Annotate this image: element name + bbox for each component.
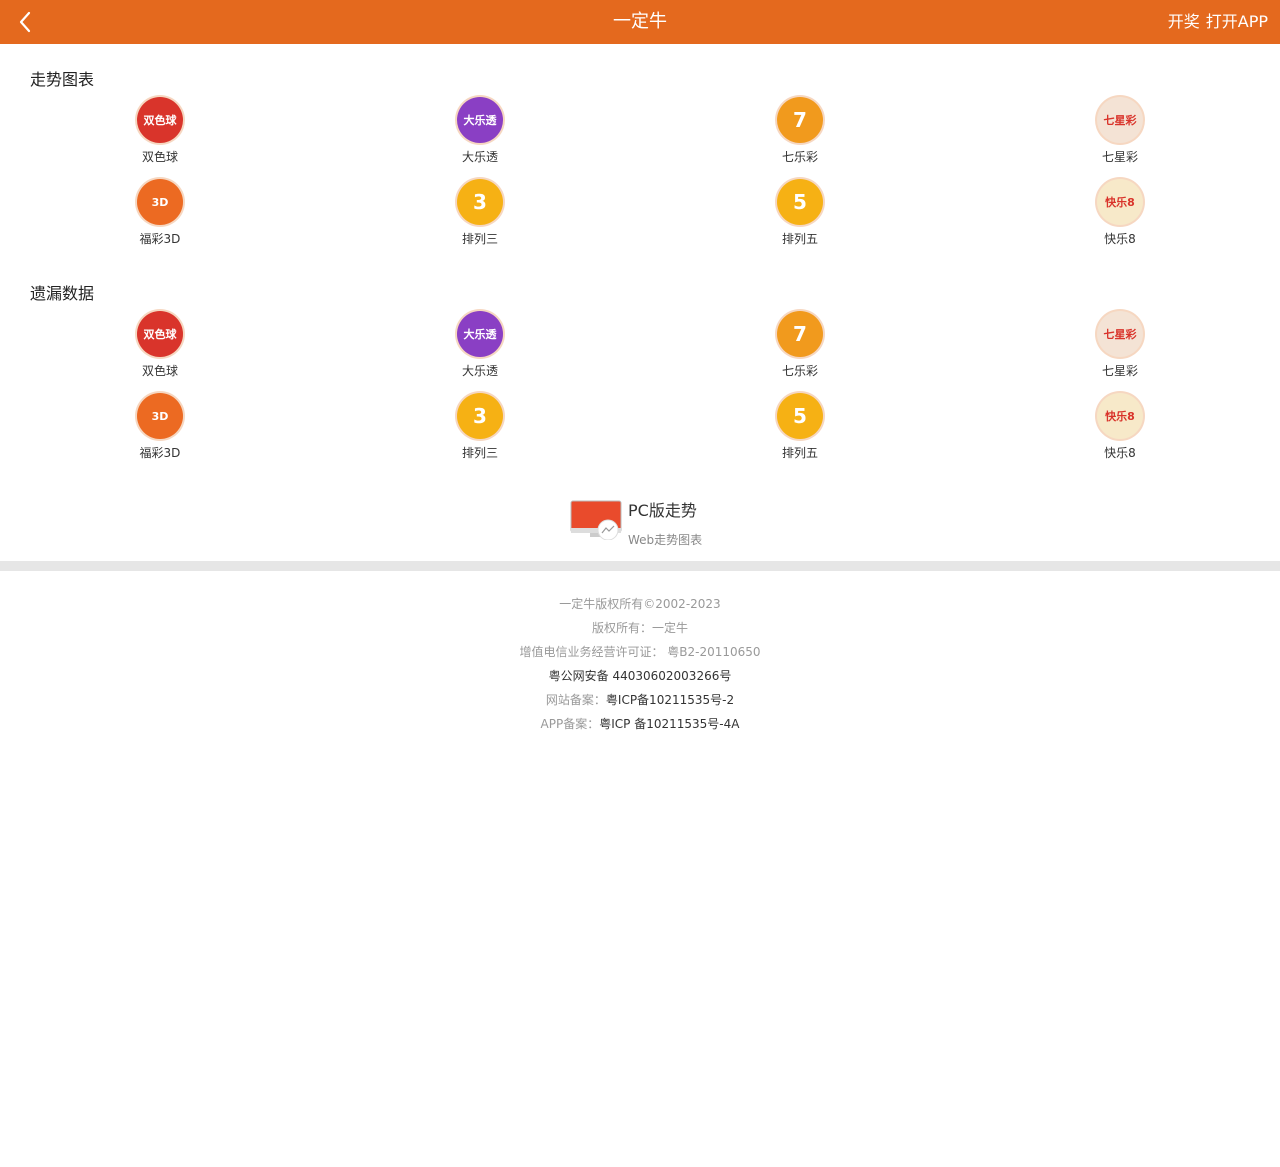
trend-charts-title: 走势图表 — [30, 70, 95, 89]
section-divider — [0, 561, 1280, 571]
fucai3d-logo-icon: 3D — [137, 179, 183, 225]
trend-charts-grid: 双色球 双色球 大乐透 大乐透 7 七乐彩 七星彩 七星彩 3D 福彩3D 3 排列三 5 排列五 快乐8 快… — [0, 97, 1280, 261]
lottery-item[interactable]: 大乐透 大乐透 — [320, 97, 640, 179]
shuangseqiu-logo-icon: 双色球 — [137, 97, 183, 143]
lottery-item[interactable]: 7 七乐彩 — [640, 97, 960, 179]
logo-text: 双色球 — [143, 327, 177, 341]
lottery-label: 七星彩 — [1101, 364, 1138, 378]
telecom-license-line: 增值电信业务经营许可证： 粤B2-20110650 — [519, 645, 761, 659]
lottery-label: 双色球 — [141, 364, 178, 378]
icp-site-link[interactable]: 粤ICP备10211535号-2 — [606, 693, 734, 707]
ownership-line: 版权所有：一定牛 — [591, 621, 688, 635]
logo-text: 3 — [473, 404, 487, 428]
lottery-label: 快乐8 — [1104, 232, 1136, 246]
lottery-label: 福彩3D — [139, 446, 181, 460]
lottery-item[interactable]: 快乐8 快乐8 — [960, 179, 1280, 261]
lottery-label: 排列三 — [461, 232, 498, 246]
lottery-item[interactable]: 7 七乐彩 — [640, 311, 960, 393]
shuangseqiu-logo-icon: 双色球 — [137, 311, 183, 357]
pailiesan-logo-icon: 3 — [457, 179, 503, 225]
lottery-item[interactable]: 大乐透 大乐透 — [320, 311, 640, 393]
pc-trend-title: PC版走势 — [628, 501, 697, 520]
lottery-item[interactable]: 3 排列三 — [320, 393, 640, 475]
logo-text: 快乐8 — [1105, 195, 1135, 209]
pc-trend-link[interactable]: PC版走势 Web走势图表 — [570, 496, 710, 550]
back-button[interactable] — [10, 6, 40, 38]
draw-results-link[interactable]: 开奖 — [1168, 0, 1200, 44]
lottery-item[interactable]: 七星彩 七星彩 — [960, 311, 1280, 393]
lottery-label: 七星彩 — [1101, 150, 1138, 164]
lottery-item[interactable]: 3D 福彩3D — [0, 179, 320, 261]
daletou-logo-icon: 大乐透 — [457, 311, 503, 357]
logo-text: 7 — [793, 322, 807, 346]
qixingcai-logo-icon: 七星彩 — [1097, 97, 1143, 143]
lottery-label: 快乐8 — [1104, 446, 1136, 460]
fucai3d-logo-icon: 3D — [137, 393, 183, 439]
lottery-label: 排列五 — [781, 446, 818, 460]
icp-app-label: APP备案： — [540, 717, 600, 731]
qilecai-logo-icon: 7 — [777, 97, 823, 143]
lottery-item[interactable]: 双色球 双色球 — [0, 311, 320, 393]
chevron-left-icon — [19, 11, 31, 33]
icp-app-line: APP备案：粤ICP 备10211535号-4A — [0, 712, 1280, 736]
lottery-label: 福彩3D — [139, 232, 181, 246]
lottery-item[interactable]: 快乐8 快乐8 — [960, 393, 1280, 475]
logo-text: 3D — [151, 195, 169, 209]
lottery-label: 七乐彩 — [781, 150, 818, 164]
icp-site-line: 网站备案：粤ICP备10211535号-2 — [0, 688, 1280, 712]
logo-text: 七星彩 — [1103, 113, 1137, 127]
footer: 一定牛版权所有©2002-2023 版权所有：一定牛 增值电信业务经营许可证： … — [0, 592, 1280, 736]
logo-text: 七星彩 — [1103, 327, 1137, 341]
top-bar: 一定牛 开奖 打开APP — [0, 0, 1280, 44]
logo-text: 5 — [793, 404, 807, 428]
daletou-logo-icon: 大乐透 — [457, 97, 503, 143]
lottery-item[interactable]: 双色球 双色球 — [0, 97, 320, 179]
copyright-line: 一定牛版权所有©2002-2023 — [559, 597, 721, 611]
lottery-item[interactable]: 5 排列五 — [640, 393, 960, 475]
monitor-chart-icon — [570, 500, 622, 540]
header-actions: 开奖 打开APP — [1168, 0, 1268, 44]
lottery-item[interactable]: 3 排列三 — [320, 179, 640, 261]
lottery-label: 排列三 — [461, 446, 498, 460]
logo-text: 5 — [793, 190, 807, 214]
open-app-link[interactable]: 打开APP — [1206, 0, 1268, 44]
pailiesan-logo-icon: 3 — [457, 393, 503, 439]
lottery-item[interactable]: 七星彩 七星彩 — [960, 97, 1280, 179]
kuaile8-logo-icon: 快乐8 — [1097, 393, 1143, 439]
logo-text: 快乐8 — [1105, 409, 1135, 423]
missing-data-grid: 双色球 双色球 大乐透 大乐透 7 七乐彩 七星彩 七星彩 3D 福彩3D 3 排列三 5 排列五 快乐8 快… — [0, 311, 1280, 475]
logo-text: 大乐透 — [463, 327, 497, 341]
lottery-label: 大乐透 — [461, 150, 498, 164]
lottery-label: 七乐彩 — [781, 364, 818, 378]
icp-app-link[interactable]: 粤ICP 备10211535号-4A — [599, 717, 739, 731]
police-record-line[interactable]: 粤公网安备 44030602003266号 — [0, 664, 1280, 688]
kuaile8-logo-icon: 快乐8 — [1097, 179, 1143, 225]
icp-site-label: 网站备案： — [545, 693, 606, 707]
page-title: 一定牛 — [613, 11, 667, 32]
logo-text: 双色球 — [143, 113, 177, 127]
logo-text: 7 — [793, 108, 807, 132]
lottery-item[interactable]: 3D 福彩3D — [0, 393, 320, 475]
lottery-label: 双色球 — [141, 150, 178, 164]
qilecai-logo-icon: 7 — [777, 311, 823, 357]
pailiewu-logo-icon: 5 — [777, 393, 823, 439]
lottery-item[interactable]: 5 排列五 — [640, 179, 960, 261]
logo-text: 3 — [473, 190, 487, 214]
qixingcai-logo-icon: 七星彩 — [1097, 311, 1143, 357]
pailiewu-logo-icon: 5 — [777, 179, 823, 225]
logo-text: 大乐透 — [463, 113, 497, 127]
missing-data-title: 遗漏数据 — [30, 284, 95, 303]
lottery-label: 排列五 — [781, 232, 818, 246]
logo-text: 3D — [151, 409, 169, 423]
lottery-label: 大乐透 — [461, 364, 498, 378]
pc-trend-subtitle: Web走势图表 — [628, 533, 703, 547]
